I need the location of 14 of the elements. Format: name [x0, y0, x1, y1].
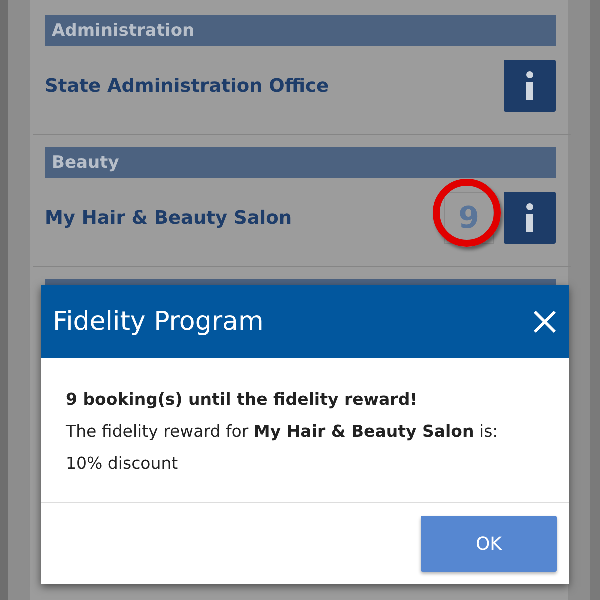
dialog-message: The fidelity reward for My Hair & Beauty Salon is: [66, 421, 500, 443]
dialog-title: Fidelity Program [53, 306, 264, 336]
section-title: Beauty [52, 152, 120, 172]
reward-text: 10% discount [66, 453, 180, 475]
info-button[interactable] [504, 60, 556, 112]
section-title: Administration [52, 20, 195, 40]
close-icon [533, 310, 557, 334]
ok-button[interactable]: OK [421, 516, 557, 572]
place-name[interactable]: My Hair & Beauty Salon [45, 208, 292, 228]
close-button[interactable] [533, 310, 557, 334]
info-button[interactable] [504, 192, 556, 244]
place-name[interactable]: State Administration Office [45, 76, 330, 96]
dialog-heading: 9 booking(s) until the fidelity reward! [66, 389, 419, 411]
booking-count: 9 [444, 192, 494, 244]
